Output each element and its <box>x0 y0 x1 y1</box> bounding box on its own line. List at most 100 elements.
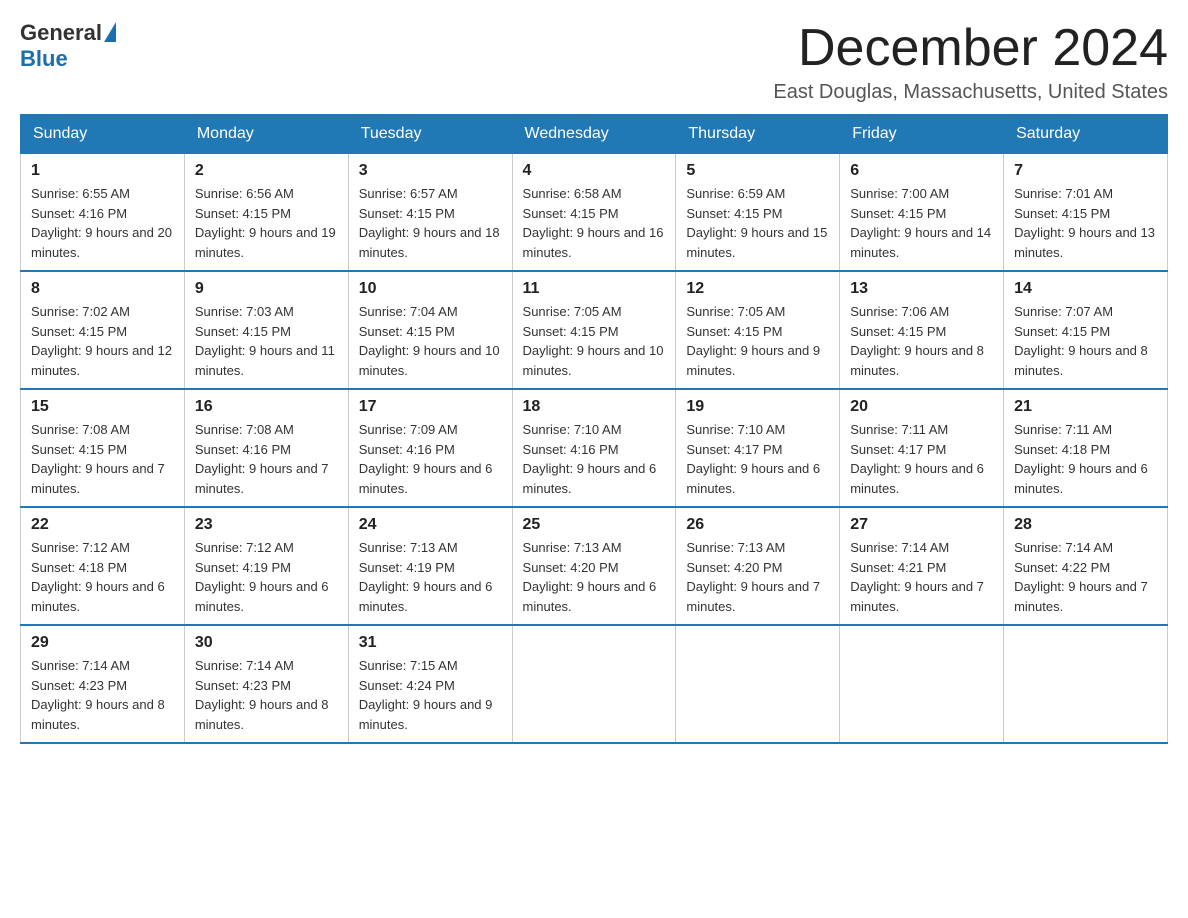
day-info: Sunrise: 6:59 AMSunset: 4:15 PMDaylight:… <box>686 184 829 262</box>
calendar-day-28: 28 Sunrise: 7:14 AMSunset: 4:22 PMDaylig… <box>1004 507 1168 625</box>
day-info: Sunrise: 7:10 AMSunset: 4:16 PMDaylight:… <box>523 420 666 498</box>
calendar-day-8: 8 Sunrise: 7:02 AMSunset: 4:15 PMDayligh… <box>21 271 185 389</box>
calendar-day-1: 1 Sunrise: 6:55 AMSunset: 4:16 PMDayligh… <box>21 154 185 272</box>
day-info: Sunrise: 7:01 AMSunset: 4:15 PMDaylight:… <box>1014 184 1157 262</box>
calendar-day-27: 27 Sunrise: 7:14 AMSunset: 4:21 PMDaylig… <box>840 507 1004 625</box>
day-info: Sunrise: 7:10 AMSunset: 4:17 PMDaylight:… <box>686 420 829 498</box>
day-info: Sunrise: 6:56 AMSunset: 4:15 PMDaylight:… <box>195 184 338 262</box>
calendar-week-2: 8 Sunrise: 7:02 AMSunset: 4:15 PMDayligh… <box>21 271 1168 389</box>
day-number: 17 <box>359 398 502 416</box>
calendar-table: SundayMondayTuesdayWednesdayThursdayFrid… <box>20 114 1168 744</box>
day-info: Sunrise: 7:03 AMSunset: 4:15 PMDaylight:… <box>195 302 338 380</box>
day-info: Sunrise: 7:02 AMSunset: 4:15 PMDaylight:… <box>31 302 174 380</box>
empty-cell <box>512 625 676 743</box>
calendar-day-11: 11 Sunrise: 7:05 AMSunset: 4:15 PMDaylig… <box>512 271 676 389</box>
day-number: 15 <box>31 398 174 416</box>
day-info: Sunrise: 6:55 AMSunset: 4:16 PMDaylight:… <box>31 184 174 262</box>
day-number: 23 <box>195 516 338 534</box>
calendar-day-15: 15 Sunrise: 7:08 AMSunset: 4:15 PMDaylig… <box>21 389 185 507</box>
calendar-day-2: 2 Sunrise: 6:56 AMSunset: 4:15 PMDayligh… <box>184 154 348 272</box>
calendar-day-31: 31 Sunrise: 7:15 AMSunset: 4:24 PMDaylig… <box>348 625 512 743</box>
day-info: Sunrise: 7:11 AMSunset: 4:17 PMDaylight:… <box>850 420 993 498</box>
day-info: Sunrise: 7:15 AMSunset: 4:24 PMDaylight:… <box>359 656 502 734</box>
logo: General Blue <box>20 20 116 72</box>
day-number: 2 <box>195 162 338 180</box>
header-tuesday: Tuesday <box>348 115 512 154</box>
header-monday: Monday <box>184 115 348 154</box>
calendar-week-3: 15 Sunrise: 7:08 AMSunset: 4:15 PMDaylig… <box>21 389 1168 507</box>
day-info: Sunrise: 7:07 AMSunset: 4:15 PMDaylight:… <box>1014 302 1157 380</box>
day-info: Sunrise: 7:13 AMSunset: 4:19 PMDaylight:… <box>359 538 502 616</box>
day-number: 22 <box>31 516 174 534</box>
month-title: December 2024 <box>773 20 1168 77</box>
day-number: 20 <box>850 398 993 416</box>
calendar-day-29: 29 Sunrise: 7:14 AMSunset: 4:23 PMDaylig… <box>21 625 185 743</box>
calendar-week-5: 29 Sunrise: 7:14 AMSunset: 4:23 PMDaylig… <box>21 625 1168 743</box>
day-number: 29 <box>31 634 174 652</box>
calendar-day-3: 3 Sunrise: 6:57 AMSunset: 4:15 PMDayligh… <box>348 154 512 272</box>
day-number: 9 <box>195 280 338 298</box>
calendar-day-30: 30 Sunrise: 7:14 AMSunset: 4:23 PMDaylig… <box>184 625 348 743</box>
day-info: Sunrise: 7:14 AMSunset: 4:23 PMDaylight:… <box>195 656 338 734</box>
calendar-day-10: 10 Sunrise: 7:04 AMSunset: 4:15 PMDaylig… <box>348 271 512 389</box>
header-sunday: Sunday <box>21 115 185 154</box>
calendar-day-7: 7 Sunrise: 7:01 AMSunset: 4:15 PMDayligh… <box>1004 154 1168 272</box>
calendar-day-4: 4 Sunrise: 6:58 AMSunset: 4:15 PMDayligh… <box>512 154 676 272</box>
day-info: Sunrise: 6:57 AMSunset: 4:15 PMDaylight:… <box>359 184 502 262</box>
day-info: Sunrise: 7:14 AMSunset: 4:22 PMDaylight:… <box>1014 538 1157 616</box>
calendar-header-row: SundayMondayTuesdayWednesdayThursdayFrid… <box>21 115 1168 154</box>
calendar-day-14: 14 Sunrise: 7:07 AMSunset: 4:15 PMDaylig… <box>1004 271 1168 389</box>
calendar-day-13: 13 Sunrise: 7:06 AMSunset: 4:15 PMDaylig… <box>840 271 1004 389</box>
location-title: East Douglas, Massachusetts, United Stat… <box>773 81 1168 104</box>
day-info: Sunrise: 7:12 AMSunset: 4:18 PMDaylight:… <box>31 538 174 616</box>
day-info: Sunrise: 7:05 AMSunset: 4:15 PMDaylight:… <box>523 302 666 380</box>
day-number: 31 <box>359 634 502 652</box>
logo-general-text: General Blue <box>20 20 116 72</box>
day-number: 27 <box>850 516 993 534</box>
calendar-day-25: 25 Sunrise: 7:13 AMSunset: 4:20 PMDaylig… <box>512 507 676 625</box>
calendar-day-17: 17 Sunrise: 7:09 AMSunset: 4:16 PMDaylig… <box>348 389 512 507</box>
calendar-day-22: 22 Sunrise: 7:12 AMSunset: 4:18 PMDaylig… <box>21 507 185 625</box>
day-info: Sunrise: 7:13 AMSunset: 4:20 PMDaylight:… <box>523 538 666 616</box>
empty-cell <box>840 625 1004 743</box>
day-number: 8 <box>31 280 174 298</box>
day-number: 7 <box>1014 162 1157 180</box>
header-saturday: Saturday <box>1004 115 1168 154</box>
day-number: 12 <box>686 280 829 298</box>
day-info: Sunrise: 7:08 AMSunset: 4:16 PMDaylight:… <box>195 420 338 498</box>
day-info: Sunrise: 7:05 AMSunset: 4:15 PMDaylight:… <box>686 302 829 380</box>
calendar-day-26: 26 Sunrise: 7:13 AMSunset: 4:20 PMDaylig… <box>676 507 840 625</box>
header-thursday: Thursday <box>676 115 840 154</box>
header-friday: Friday <box>840 115 1004 154</box>
calendar-day-18: 18 Sunrise: 7:10 AMSunset: 4:16 PMDaylig… <box>512 389 676 507</box>
calendar-day-23: 23 Sunrise: 7:12 AMSunset: 4:19 PMDaylig… <box>184 507 348 625</box>
day-number: 11 <box>523 280 666 298</box>
day-number: 16 <box>195 398 338 416</box>
page-header: General Blue December 2024 East Douglas,… <box>20 20 1168 104</box>
day-number: 4 <box>523 162 666 180</box>
calendar-day-16: 16 Sunrise: 7:08 AMSunset: 4:16 PMDaylig… <box>184 389 348 507</box>
day-number: 24 <box>359 516 502 534</box>
empty-cell <box>1004 625 1168 743</box>
calendar-day-19: 19 Sunrise: 7:10 AMSunset: 4:17 PMDaylig… <box>676 389 840 507</box>
calendar-day-12: 12 Sunrise: 7:05 AMSunset: 4:15 PMDaylig… <box>676 271 840 389</box>
day-number: 30 <box>195 634 338 652</box>
calendar-day-20: 20 Sunrise: 7:11 AMSunset: 4:17 PMDaylig… <box>840 389 1004 507</box>
day-number: 28 <box>1014 516 1157 534</box>
day-info: Sunrise: 7:08 AMSunset: 4:15 PMDaylight:… <box>31 420 174 498</box>
calendar-day-24: 24 Sunrise: 7:13 AMSunset: 4:19 PMDaylig… <box>348 507 512 625</box>
day-info: Sunrise: 7:14 AMSunset: 4:21 PMDaylight:… <box>850 538 993 616</box>
day-number: 10 <box>359 280 502 298</box>
day-info: Sunrise: 7:04 AMSunset: 4:15 PMDaylight:… <box>359 302 502 380</box>
day-number: 3 <box>359 162 502 180</box>
calendar-week-4: 22 Sunrise: 7:12 AMSunset: 4:18 PMDaylig… <box>21 507 1168 625</box>
header-wednesday: Wednesday <box>512 115 676 154</box>
day-number: 21 <box>1014 398 1157 416</box>
day-info: Sunrise: 7:13 AMSunset: 4:20 PMDaylight:… <box>686 538 829 616</box>
day-info: Sunrise: 6:58 AMSunset: 4:15 PMDaylight:… <box>523 184 666 262</box>
day-info: Sunrise: 7:06 AMSunset: 4:15 PMDaylight:… <box>850 302 993 380</box>
title-section: December 2024 East Douglas, Massachusett… <box>773 20 1168 104</box>
day-info: Sunrise: 7:14 AMSunset: 4:23 PMDaylight:… <box>31 656 174 734</box>
day-number: 19 <box>686 398 829 416</box>
day-number: 26 <box>686 516 829 534</box>
